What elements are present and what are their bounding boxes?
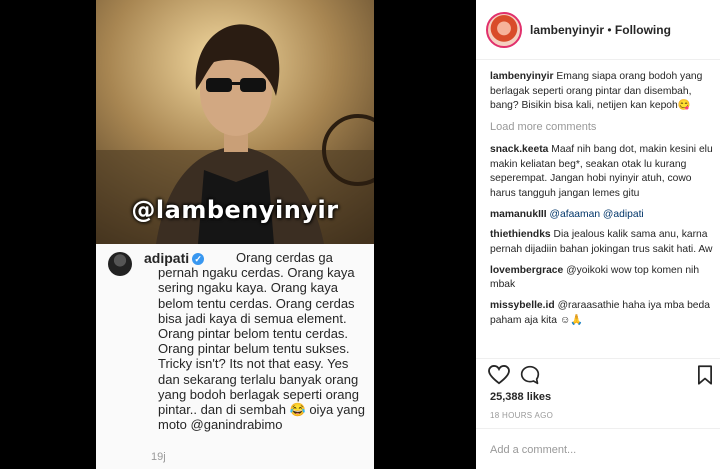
post-actions: 25,388 likes 18 HOURS AGO [476,358,720,438]
load-more-comments-link[interactable]: Load more comments [490,120,714,135]
comment-bubble-icon[interactable] [520,365,540,390]
comments-list: lambenyinyir Emang siapa orang bodoh yan… [490,70,714,335]
comment-item: mamanukIII @afaaman @adipati [490,208,714,223]
likes-count[interactable]: 25,388 likes [490,391,551,403]
add-comment-bar [476,428,720,469]
caption: lambenyinyir Emang siapa orang bodoh yan… [490,70,714,114]
comment-username[interactable]: missybelle.id [490,300,555,311]
post-photo: @lambenyinyir [96,0,374,244]
post-sidebar: lambenyinyir • Following lambenyinyir Em… [476,0,720,469]
comment-item: missybelle.id @raraasathie haha iya mba … [490,299,714,328]
comment-username[interactable]: mamanukIII [490,209,547,220]
comment-item: thiethiendks Dia jealous kalik sama anu,… [490,228,714,257]
post-image[interactable]: @lambenyinyir adipati ✓ Orang cerdas ga p… [96,0,374,469]
comment-username[interactable]: thiethiendks [490,229,551,240]
header-username[interactable]: lambenyinyir [530,23,604,37]
follow-status-button[interactable]: Following [615,23,671,37]
bookmark-icon[interactable] [698,365,712,390]
post-timestamp: 18 HOURS AGO [490,411,554,420]
image-watermark: @lambenyinyir [131,196,339,224]
quoted-comment-time: 19j [151,451,166,463]
heart-icon[interactable] [488,364,510,390]
header-user-line: lambenyinyir • Following [530,23,671,37]
quoted-avatar [108,252,132,276]
quoted-comment-text: Orang cerdas ga pernah ngaku cerdas. Ora… [158,250,365,433]
comment-username[interactable]: snack.keeta [490,144,548,155]
comment-item: snack.keeta Maaf nih bang dot, makin kes… [490,143,714,202]
quoted-comment-card: adipati ✓ Orang cerdas ga pernah ngaku ce… [96,244,374,469]
avatar[interactable] [486,12,522,48]
comment-username[interactable]: lovembergrace [490,265,563,276]
header-separator: • [607,23,612,37]
caption-username[interactable]: lambenyinyir [490,71,554,82]
comment-text[interactable]: @afaaman @adipati [550,209,644,220]
comment-item: lovembergrace @yoikoki wow top komen nih… [490,264,714,293]
post-header: lambenyinyir • Following [476,0,720,60]
comment-input[interactable] [490,441,700,459]
